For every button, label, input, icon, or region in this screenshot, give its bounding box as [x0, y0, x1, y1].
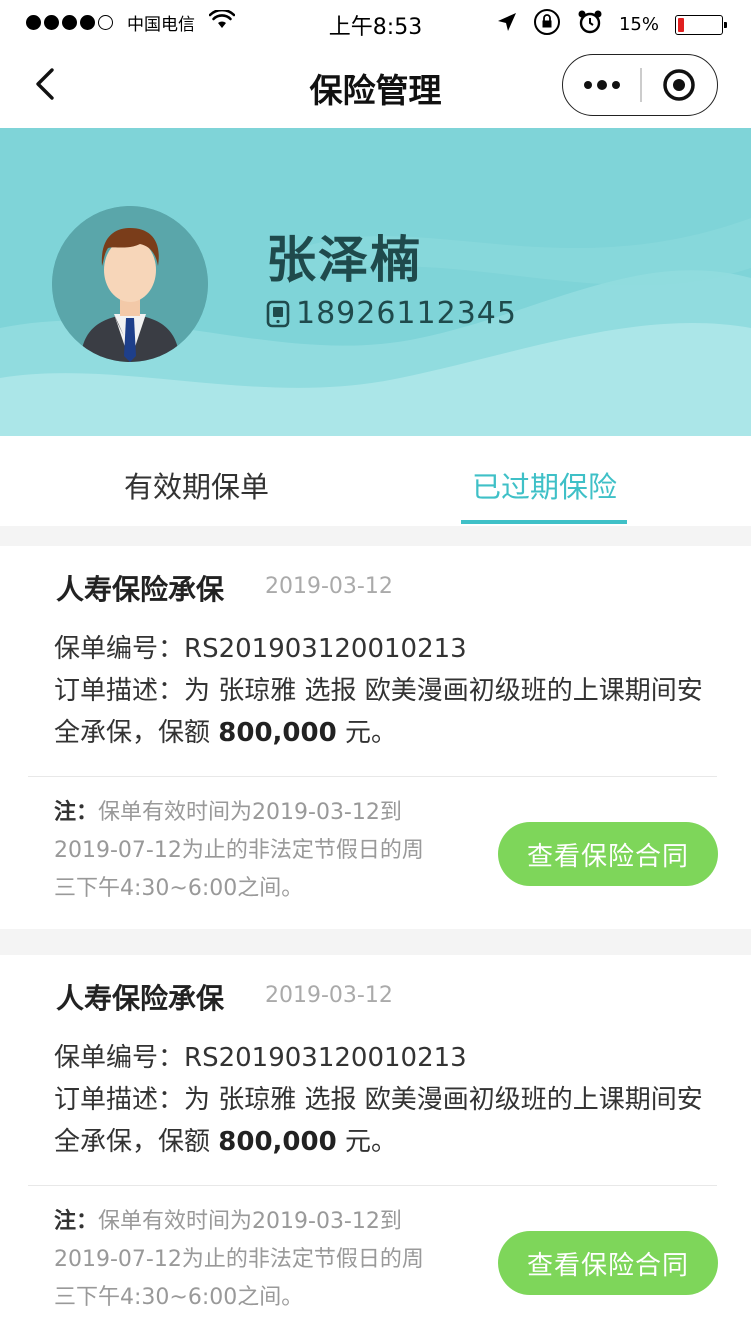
rotation-lock-icon	[533, 8, 561, 41]
profile-header: 张泽楠 18926112345	[0, 128, 751, 436]
battery-percent: 15%	[618, 14, 659, 35]
location-icon	[497, 12, 517, 37]
more-button[interactable]	[563, 55, 640, 115]
battery-icon	[675, 14, 727, 35]
policy-number: RS201903120010213	[184, 634, 467, 664]
more-dots-icon	[583, 80, 620, 90]
policy-number-label: 保单编号：	[54, 634, 185, 664]
phone-row: 18926112345	[266, 296, 517, 331]
active-tab-indicator	[461, 520, 627, 524]
target-close-icon	[663, 69, 696, 101]
policy-description-label: 订单描述：	[54, 676, 185, 706]
divider	[28, 1185, 717, 1186]
policy-title: 人寿保险承保	[56, 982, 225, 1015]
policy-note-label: 注：	[54, 800, 99, 825]
status-bar: 中国电信 上午8:53 15%	[0, 0, 751, 44]
nav-bar: 保险管理	[0, 44, 751, 128]
user-phone: 18926112345	[296, 296, 517, 331]
policy-number-label: 保单编号：	[54, 1043, 185, 1073]
policy-number: RS201903120010213	[184, 1043, 467, 1073]
policy-description: 订单描述：为 张琼雅 选报 欧美漫画初级班的上课期间安全承保，保额 800,00…	[54, 670, 714, 754]
policy-date: 2019-03-12	[265, 983, 393, 1008]
policy-description-suffix: 元。	[336, 1127, 397, 1157]
avatar	[52, 206, 208, 362]
divider	[28, 776, 717, 777]
view-contract-button[interactable]: 查看保险合同	[498, 822, 718, 886]
policy-number-row: 保单编号：RS201903120010213	[54, 628, 714, 670]
policy-note: 注：保单有效时间为2019-03-12到2019-07-12为止的非法定节假日的…	[54, 794, 434, 908]
user-name: 张泽楠	[266, 231, 422, 289]
tab-valid-policies[interactable]: 有效期保单	[124, 464, 269, 506]
policy-amount: 800,000	[218, 718, 337, 748]
miniprogram-capsule	[562, 54, 718, 116]
phone-icon	[266, 300, 290, 327]
policy-date: 2019-03-12	[265, 574, 393, 599]
tab-expired-policies[interactable]: 已过期保险	[472, 464, 617, 506]
policy-note: 注：保单有效时间为2019-03-12到2019-07-12为止的非法定节假日的…	[54, 1203, 434, 1317]
policy-title: 人寿保险承保	[56, 573, 225, 606]
policy-description: 订单描述：为 张琼雅 选报 欧美漫画初级班的上课期间安全承保，保额 800,00…	[54, 1079, 714, 1163]
tab-bar: 有效期保单 已过期保险	[0, 436, 751, 526]
policy-description-label: 订单描述：	[54, 1085, 185, 1115]
policy-card: 人寿保险承保 2019-03-12 保单编号：RS201903120010213…	[0, 546, 751, 929]
policy-card: 人寿保险承保 2019-03-12 保单编号：RS201903120010213…	[0, 955, 751, 1334]
view-contract-button[interactable]: 查看保险合同	[498, 1231, 718, 1295]
policy-number-row: 保单编号：RS201903120010213	[54, 1037, 714, 1079]
policy-amount: 800,000	[218, 1127, 337, 1157]
policy-note-text: 保单有效时间为2019-03-12到2019-07-12为止的非法定节假日的周三…	[54, 1209, 424, 1310]
close-button[interactable]	[642, 55, 717, 115]
policy-note-label: 注：	[54, 1209, 99, 1234]
policy-description-suffix: 元。	[336, 718, 397, 748]
policy-note-text: 保单有效时间为2019-03-12到2019-07-12为止的非法定节假日的周三…	[54, 800, 424, 901]
alarm-icon	[577, 9, 603, 40]
